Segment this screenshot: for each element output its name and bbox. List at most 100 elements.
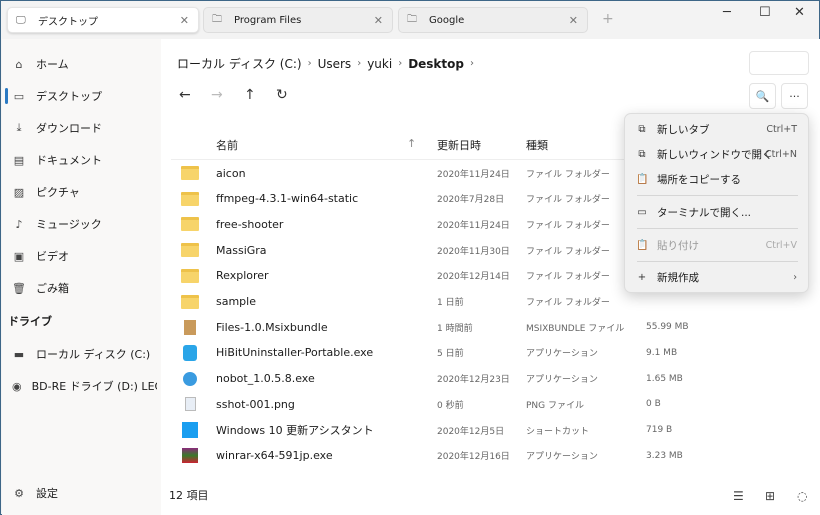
sort-ascending-icon[interactable]: ↑: [407, 137, 416, 150]
menu-icon: +: [637, 271, 647, 283]
menu-item[interactable]: + 新規作成 ›: [625, 266, 808, 288]
breadcrumb: ローカル ディスク (C:) › Users › yuki › Desktop ›: [177, 55, 474, 72]
sidebar-icon: ▤: [13, 153, 25, 167]
file-row[interactable]: sample 1 日前 ファイル フォルダー: [161, 290, 641, 314]
sidebar-icon: ♪: [15, 217, 23, 231]
gear-icon: ⚙: [14, 486, 24, 500]
folder-icon: [181, 166, 199, 180]
file-row[interactable]: Windows 10 更新アシスタント 2020年12月5日 ショートカット 719 …: [161, 418, 672, 442]
menu-icon: ⧉: [638, 148, 646, 160]
menu-icon: ▭: [637, 206, 647, 218]
sidebar-icon: ▭: [13, 89, 25, 103]
breadcrumb-item[interactable]: ローカル ディスク (C:): [177, 55, 302, 72]
refresh-button[interactable]: ↻: [276, 87, 288, 103]
menu-icon: 📋: [636, 173, 649, 185]
breadcrumb-item[interactable]: Users: [318, 57, 352, 71]
file-row[interactable]: MassiGra 2020年11月30日 ファイル フォルダー: [161, 238, 641, 262]
details-view-icon[interactable]: ☰: [733, 489, 744, 503]
close-tab-icon[interactable]: ✕: [374, 14, 383, 27]
menu-item[interactable]: ▭ ターミナルで開く...: [625, 201, 808, 223]
chevron-right-icon: ›: [793, 271, 797, 283]
folder-icon: 🗀: [212, 13, 222, 25]
new-tab-button[interactable]: +: [602, 11, 614, 27]
file-row[interactable]: free-shooter 2020年11月24日 ファイル フォルダー: [161, 212, 641, 236]
tiles-view-icon[interactable]: ⊞: [765, 489, 775, 503]
file-row[interactable]: ffmpeg-4.3.1-win64-static 2020年7月28日 ファイル …: [161, 187, 641, 211]
folder-icon: [181, 217, 199, 232]
drive-icon: ▬: [13, 347, 25, 361]
sidebar-item[interactable]: 🗑 ごみ箱: [12, 278, 69, 298]
search-icon: 🔍: [755, 89, 770, 103]
file-row[interactable]: nobot_1.0.5.8.exe 2020年12月23日 アプリケーション 1.65…: [161, 367, 683, 391]
app-icon: [183, 344, 197, 361]
selected-indicator: [5, 88, 8, 104]
windows-shortcut-icon: [182, 422, 198, 438]
sidebar-item[interactable]: ♪ ミュージック: [12, 214, 101, 234]
sidebar-icon: ▣: [13, 249, 25, 263]
tab[interactable]: 🗀 Program Files ✕: [203, 7, 393, 33]
sidebar-item[interactable]: ▭ デスクトップ: [12, 86, 102, 106]
tab[interactable]: 🗀 Google ✕: [398, 7, 588, 33]
folder-icon: [181, 294, 199, 309]
menu-separator: [637, 228, 798, 229]
menu-item[interactable]: 📋 場所をコピーする: [625, 168, 808, 190]
folder-icon: [181, 191, 199, 206]
close-tab-icon[interactable]: ✕: [569, 14, 578, 27]
sidebar-icon: ▨: [13, 185, 25, 199]
menu-item[interactable]: ⧉ 新しいタブ Ctrl+T: [625, 118, 808, 140]
minimize-button[interactable]: ─: [723, 5, 731, 20]
menu-separator: [637, 261, 798, 262]
sidebar: ⌂ ホーム ▭ デスクトップ ⤓ ダウンロード ▤ ドキュメント ▨ ピクチャ ♪ ミュージック ▣ ビデ…: [2, 39, 161, 515]
forward-button[interactable]: →: [211, 87, 223, 103]
folder-icon: 🗀: [407, 13, 417, 25]
sidebar-item[interactable]: ⌂ ホーム: [12, 54, 69, 74]
context-menu: ⧉ 新しいタブ Ctrl+T ⧉ 新しいウィンドウで開く Ctrl+N 📋 場所をコピーする ▭…: [624, 113, 809, 293]
sidebar-item[interactable]: ▤ ドキュメント: [12, 150, 102, 170]
column-name[interactable]: 名前: [216, 137, 238, 153]
menu-icon: 📋: [636, 239, 649, 251]
sidebar-item[interactable]: ▨ ピクチャ: [12, 182, 80, 202]
sidebar-item[interactable]: ⤓ ダウンロード: [12, 118, 102, 138]
drives-header: ドライブ: [8, 315, 52, 328]
search-box[interactable]: [749, 51, 809, 75]
sidebar-drive[interactable]: ▬ ローカル ディスク (C:): [12, 344, 157, 364]
file-row[interactable]: aicon 2020年11月24日 ファイル フォルダー: [161, 161, 641, 185]
more-options-button[interactable]: ···: [781, 83, 808, 109]
breadcrumb-item[interactable]: Desktop: [408, 57, 464, 71]
file-row[interactable]: sshot-001.png 0 秒前 PNG ファイル 0 B: [161, 392, 661, 416]
desktop-icon: 🖵: [16, 14, 26, 26]
folder-icon: [181, 243, 199, 258]
menu-item[interactable]: ⧉ 新しいウィンドウで開く Ctrl+N: [625, 143, 808, 165]
loading-spinner-icon: ◌: [797, 489, 808, 503]
tab[interactable]: 🖵 デスクトップ ✕: [7, 7, 199, 33]
item-count: 12 項目: [169, 489, 209, 502]
search-button[interactable]: 🔍: [749, 83, 776, 109]
file-row[interactable]: Rexplorer 2020年12月14日 ファイル フォルダー: [161, 264, 641, 288]
files-window: 🖵 デスクトップ ✕ 🗀 Program Files ✕ 🗀 Google ✕ + ─ ☐ ✕ …: [0, 0, 820, 515]
sidebar-item-settings[interactable]: ⚙ 設定: [12, 483, 58, 503]
sidebar-icon: 🗑: [12, 281, 26, 295]
breadcrumb-item[interactable]: yuki: [367, 57, 392, 71]
close-window-button[interactable]: ✕: [794, 5, 805, 20]
folder-icon: [181, 268, 199, 283]
column-type[interactable]: 種類: [526, 137, 548, 153]
file-row[interactable]: HiBitUninstaller-Portable.exe 5 日前 アプリケーショ…: [161, 341, 677, 365]
app-icon: [183, 371, 197, 386]
menu-item[interactable]: 📋 貼り付け Ctrl+V: [625, 234, 808, 256]
sidebar-drive[interactable]: ◉BD-RE ドライブ (D:) LEON: [12, 376, 157, 396]
menu-separator: [637, 195, 798, 196]
winrar-icon: [182, 448, 198, 464]
file-row[interactable]: winrar-x64-591jp.exe 2020年12月16日 アプリケーション 3…: [161, 444, 683, 468]
sidebar-item[interactable]: ▣ ビデオ: [12, 246, 69, 266]
back-button[interactable]: ←: [179, 87, 191, 103]
close-tab-icon[interactable]: ✕: [180, 14, 189, 27]
column-date[interactable]: 更新日時: [437, 137, 481, 153]
maximize-button[interactable]: ☐: [759, 5, 771, 20]
up-button[interactable]: ↑: [244, 87, 256, 103]
menu-icon: ⧉: [638, 123, 646, 135]
sidebar-icon: ⌂: [15, 57, 23, 71]
sidebar-icon: ⤓: [16, 121, 22, 134]
drive-icon: ◉: [12, 379, 22, 393]
file-row[interactable]: Files-1.0.Msixbundle 1 時間前 MSIXBUNDLE ファイル…: [161, 315, 689, 339]
package-icon: [184, 319, 196, 335]
